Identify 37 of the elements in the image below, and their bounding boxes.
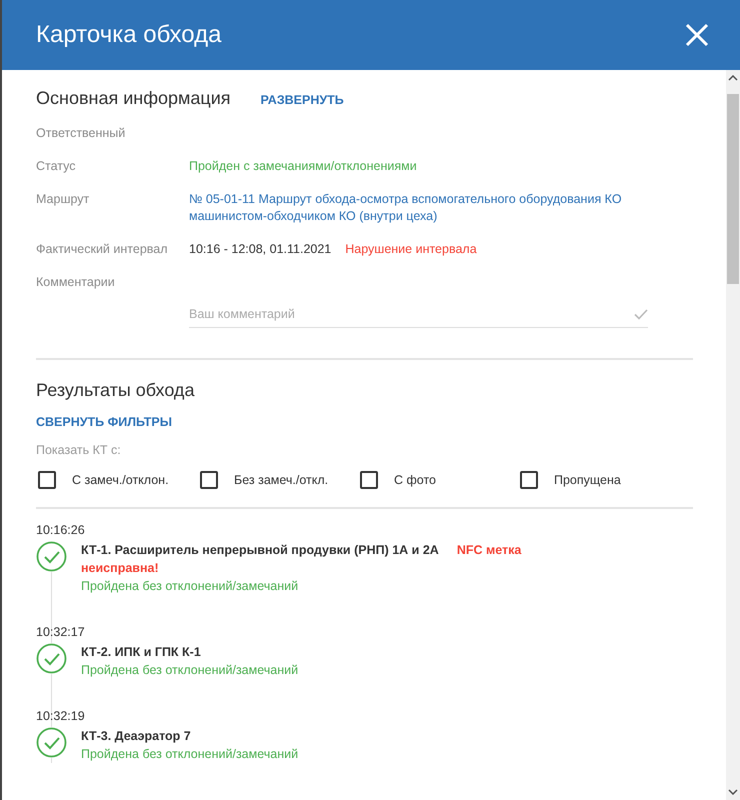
checkbox-label: С замеч./отклон. [72,473,169,487]
filter-label: Показать КТ с: [36,443,122,457]
checkpoint-status: Пройдена без отклонений/замечаний [81,662,300,679]
interval-warning: Нарушение интервала [345,241,477,258]
field-label: Фактический интервал [36,241,169,258]
field-label: Ответственный [36,125,126,142]
checkbox[interactable] [360,471,378,489]
checkbox-label: Пропущена [554,473,621,487]
checkpoint-status: Пройдена без отклонений/замечаний [81,578,300,595]
check-icon[interactable] [634,308,648,320]
scrollbar-thumb[interactable] [727,94,739,284]
field-label: Маршрут [36,191,90,208]
time-text: 10:32:19 [36,709,86,723]
field-label: Статус [36,158,77,175]
checkbox[interactable] [520,471,538,489]
checkpoint-title: КТ-2. ИПК и ГПК К-1 [81,644,202,661]
section-title: Результаты обхода [36,380,196,401]
status-text: Пройден с замечаниями/отклонениями [189,158,418,175]
section-title: Основная информация [36,88,231,109]
checkbox-label: Без замеч./откл. [234,473,328,487]
close-button[interactable] [684,22,710,48]
checkpoint-title: КТ-3. Деаэратор 7 [81,728,192,745]
window-title: Карточка обхода [36,21,222,49]
checkpoint-title: КТ-1. Расширитель непрерывной продувки (РНП) 1А и 2А NFC метка неисправна! [81,542,522,577]
checkbox[interactable] [38,471,56,489]
route-link[interactable]: № 05-01-11 Маршрут обхода-осмотра вспомогательного оборудования КО машинистом-обходчиком КО (внутри цеха) [189,191,649,225]
chevron-down-icon[interactable] [728,789,738,795]
checkbox-label: С фото [394,473,436,487]
field-label: Комментарии [36,274,116,291]
expand-link[interactable]: РАЗВЕРНУТЬ [260,93,344,107]
checkbox[interactable] [200,471,218,489]
time-text: 10:32:17 [36,625,86,639]
chevron-up-icon[interactable] [728,75,738,81]
collapse-filters-link[interactable]: СВЕРНУТЬ ФИЛЬТРЫ [36,415,172,429]
checkpoint-status: Пройдена без отклонений/замечаний [81,746,300,763]
interval-text: 10:16 - 12:08, 01.11.2021 [189,241,332,258]
time-text: 10:16:26 [36,523,86,537]
